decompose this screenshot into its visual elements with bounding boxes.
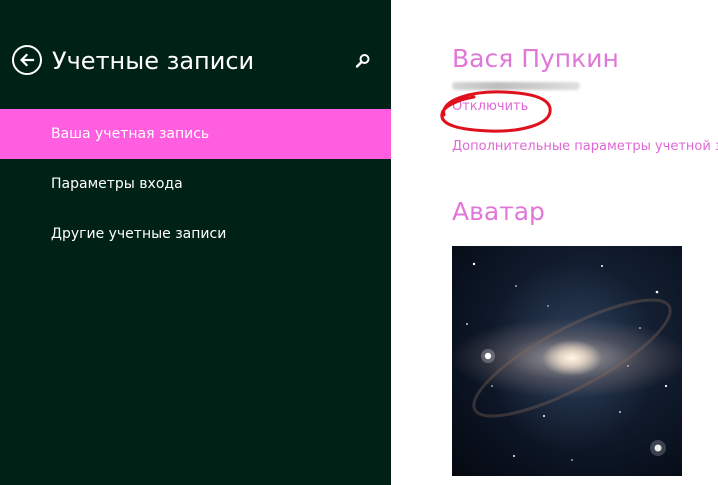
sidebar-item-label: Другие учетные записи xyxy=(51,226,227,242)
sidebar-item-other-accounts[interactable]: Другие учетные записи xyxy=(0,209,391,259)
sidebar-item-label: Ваша учетная запись xyxy=(51,126,210,142)
avatar-heading: Аватар xyxy=(452,197,545,226)
disconnect-link[interactable]: Отключить xyxy=(452,97,528,117)
galaxy-image xyxy=(466,262,672,461)
search-button[interactable] xyxy=(352,50,374,72)
search-icon xyxy=(355,54,370,68)
blurred-email xyxy=(452,82,580,90)
settings-window: Учетные записи Ваша учетная запись Парам… xyxy=(0,0,718,485)
avatar-image[interactable] xyxy=(452,246,682,476)
page-title: Учетные записи xyxy=(52,47,255,75)
sidebar-item-sign-in-options[interactable]: Параметры входа xyxy=(0,159,391,209)
sidebar: Учетные записи Ваша учетная запись Парам… xyxy=(0,0,391,485)
back-arrow-icon xyxy=(19,53,35,67)
user-name: Вася Пупкин xyxy=(452,44,619,73)
advanced-account-settings-link[interactable]: Дополнительные параметры учетной записи xyxy=(452,137,718,157)
sidebar-item-label: Параметры входа xyxy=(51,176,183,192)
sidebar-nav: Ваша учетная запись Параметры входа Друг… xyxy=(0,109,391,259)
back-button[interactable] xyxy=(12,45,42,75)
account-panel: Вася Пупкин Отключить Дополнительные пар… xyxy=(391,0,718,485)
sidebar-item-your-account[interactable]: Ваша учетная запись xyxy=(0,109,391,159)
